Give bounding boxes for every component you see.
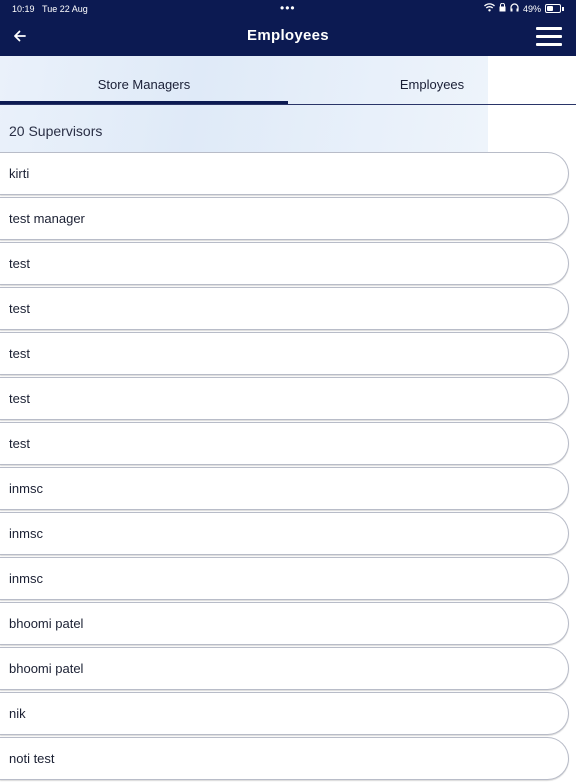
- employee-name: inmsc: [9, 571, 43, 586]
- list-item[interactable]: inmsc: [0, 512, 569, 555]
- employee-name: test: [9, 346, 30, 361]
- employee-name: test: [9, 436, 30, 451]
- status-bar: 10:19 Tue 22 Aug ••• 49%: [0, 0, 576, 18]
- list-item[interactable]: test: [0, 332, 569, 375]
- employee-name: test manager: [9, 211, 85, 226]
- multitask-dots-icon[interactable]: •••: [280, 1, 296, 15]
- hamburger-menu-icon[interactable]: [536, 27, 562, 47]
- list-item[interactable]: test manager: [0, 197, 569, 240]
- battery-fill: [547, 6, 553, 11]
- battery-icon: [545, 4, 561, 13]
- headphones-icon: [510, 3, 519, 14]
- page-title: Employees: [247, 27, 329, 44]
- battery-tip: [562, 6, 564, 11]
- tab-divider: [0, 104, 576, 105]
- list-item[interactable]: nik: [0, 692, 569, 735]
- list-item[interactable]: test: [0, 422, 569, 465]
- list-item[interactable]: inmsc: [0, 557, 569, 600]
- list-item[interactable]: inmsc: [0, 467, 569, 510]
- employee-name: kirti: [9, 166, 30, 181]
- status-time: 10:19 Tue 22 Aug: [12, 4, 88, 14]
- employee-name: bhoomi patel: [9, 661, 84, 676]
- employee-name: inmsc: [9, 481, 43, 496]
- tab-store-managers[interactable]: Store Managers: [0, 56, 288, 105]
- list-item[interactable]: bhoomi patel: [0, 647, 569, 690]
- employee-name: nik: [9, 706, 26, 721]
- list-item[interactable]: bhoomi patel: [0, 602, 569, 645]
- employee-name: test: [9, 256, 30, 271]
- employee-name: noti test: [9, 751, 55, 766]
- status-indicators: 49%: [484, 2, 564, 14]
- tab-employees[interactable]: Employees: [288, 56, 576, 105]
- supervisor-count: 20 Supervisors: [9, 123, 103, 139]
- battery-percent: 49%: [522, 3, 541, 14]
- tab-active-indicator: [0, 101, 288, 104]
- employee-name: bhoomi patel: [9, 616, 84, 631]
- list-item[interactable]: test: [0, 242, 569, 285]
- lock-rotation-icon: [499, 2, 506, 14]
- employee-name: test: [9, 391, 30, 406]
- employee-list: kirti test manager test test test test test inm…: [0, 152, 569, 782]
- list-item[interactable]: test: [0, 287, 569, 330]
- app-bar: Employees: [0, 18, 576, 56]
- wifi-icon: [484, 3, 495, 14]
- list-item[interactable]: test: [0, 377, 569, 420]
- list-item[interactable]: kirti: [0, 152, 569, 195]
- tab-bar: Store Managers Employees: [0, 56, 576, 105]
- employee-name: inmsc: [9, 526, 43, 541]
- employee-name: test: [9, 301, 30, 316]
- list-item[interactable]: noti test: [0, 737, 569, 780]
